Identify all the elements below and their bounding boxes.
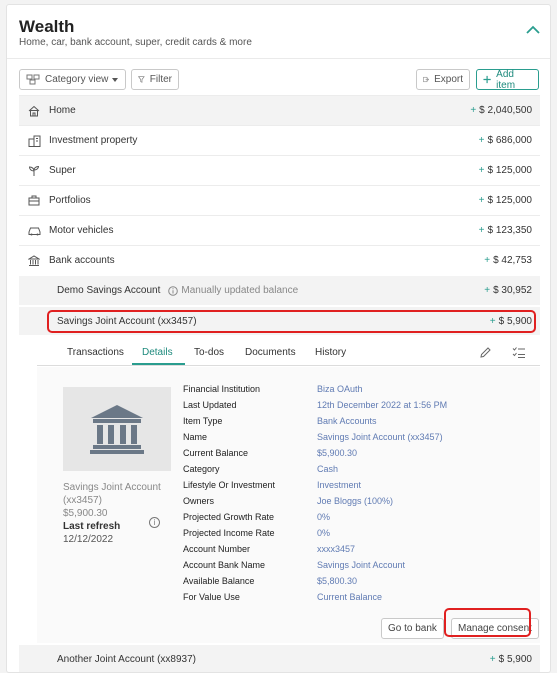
checklist-icon[interactable] — [512, 346, 526, 359]
bank-icon — [27, 254, 41, 268]
category-label: Motor vehicles — [49, 225, 114, 236]
detail-value: Savings Joint Account — [317, 560, 406, 570]
account-amount: + $ 30,952 — [484, 285, 532, 296]
category-label: Super — [49, 165, 76, 176]
info-icon — [168, 285, 179, 296]
detail-value: Biza OAuth — [317, 384, 363, 394]
detail-value: Investment — [317, 480, 362, 490]
buildings-icon — [27, 134, 41, 148]
wealth-header: Wealth Home, car, bank account, super, c… — [7, 5, 550, 59]
briefcase-icon — [27, 194, 41, 208]
category-amount: + $ 123,350 — [478, 225, 532, 236]
account-tabs: Transactions Details To-dos Documents Hi… — [37, 340, 540, 366]
detail-key: Item Type — [183, 416, 223, 426]
summary-name: Savings Joint Account — [63, 482, 161, 493]
detail-value: 0% — [317, 512, 331, 522]
detail-value: 0% — [317, 528, 331, 538]
account-note: Manually updated balance — [168, 285, 298, 296]
account-row-demo-savings[interactable]: Demo Savings Account Manually updated ba… — [19, 276, 540, 305]
tab-transactions[interactable]: Transactions — [67, 347, 124, 358]
page-title: Wealth — [19, 17, 75, 36]
details-panel: Savings Joint Account (xx3457) $5,900.30… — [37, 367, 540, 643]
detail-key: Owners — [183, 496, 215, 506]
detail-value: Current Balance — [317, 592, 383, 602]
detail-key: Account Bank Name — [183, 560, 266, 570]
chevron-up-icon[interactable] — [524, 23, 542, 37]
sprout-icon — [27, 164, 41, 178]
detail-key: Financial Institution — [183, 384, 261, 394]
last-refresh-date: 12/12/2022 — [63, 534, 114, 545]
go-to-bank-button[interactable]: Go to bank — [381, 618, 444, 639]
account-row-another-joint[interactable]: Another Joint Account (xx8937) + $ 5,900 — [19, 645, 540, 672]
caret-down-icon — [112, 77, 118, 82]
account-label: Another Joint Account (xx8937) — [57, 654, 196, 665]
page-subtitle: Home, car, bank account, super, credit c… — [19, 37, 252, 48]
category-amount: + $ 125,000 — [478, 165, 532, 176]
detail-key: For Value Use — [183, 592, 240, 602]
detail-key: Available Balance — [183, 576, 255, 586]
detail-value: Joe Bloggs (100%) — [317, 496, 394, 506]
detail-keys: Financial Institution Last Updated Item … — [183, 381, 275, 605]
category-label: Bank accounts — [49, 255, 115, 266]
tab-to-dos[interactable]: To-dos — [194, 347, 224, 358]
bank-building-icon — [63, 387, 171, 471]
category-view-select[interactable]: Category view — [19, 69, 126, 90]
detail-key: Projected Growth Rate — [183, 512, 275, 522]
detail-value: $5,800.30 — [317, 576, 358, 586]
detail-key: Current Balance — [183, 448, 249, 458]
grid-view-icon — [26, 74, 40, 85]
category-amount: + $ 2,040,500 — [470, 105, 532, 116]
house-icon — [27, 104, 41, 118]
plus-icon — [483, 75, 491, 84]
detail-key: Projected Income Rate — [183, 528, 275, 538]
category-label: Home — [49, 105, 76, 116]
category-amount: + $ 42,753 — [484, 255, 532, 266]
filter-button[interactable]: Filter — [131, 69, 179, 90]
tab-details[interactable]: Details — [142, 347, 173, 358]
detail-value: Savings Joint Account (xx3457) — [317, 432, 443, 442]
detail-key: Account Number — [183, 544, 251, 554]
account-amount: + $ 5,900 — [489, 654, 532, 665]
edit-icon[interactable] — [479, 346, 492, 359]
category-label: Investment property — [49, 135, 138, 146]
highlight-selected-account — [47, 310, 536, 333]
filter-icon — [138, 76, 145, 83]
filter-label: Filter — [149, 74, 172, 85]
category-row-home[interactable]: Home + $ 2,040,500 — [19, 95, 540, 125]
detail-key: Name — [183, 432, 208, 442]
detail-key: Lifestyle Or Investment — [183, 480, 276, 490]
add-item-label: Add item — [496, 68, 516, 91]
category-row-bank-accounts[interactable]: Bank accounts + $ 42,753 — [19, 245, 540, 275]
info-icon[interactable]: i — [149, 517, 160, 528]
export-button[interactable]: Export — [416, 69, 470, 90]
active-tab-indicator — [132, 363, 185, 365]
detail-value: $5,900.30 — [317, 448, 358, 458]
highlight-manage-consent — [444, 608, 531, 637]
tab-history[interactable]: History — [315, 347, 346, 358]
add-item-button[interactable]: Add item — [476, 68, 539, 91]
summary-name-suffix: (xx3457) — [63, 495, 102, 506]
category-view-label: Category view — [45, 74, 109, 85]
category-amount: + $ 125,000 — [478, 195, 532, 206]
detail-value: xxxx3457 — [317, 544, 356, 554]
category-row-investment-property[interactable]: Investment property + $ 686,000 — [19, 125, 540, 155]
wealth-card: Wealth Home, car, bank account, super, c… — [6, 4, 551, 673]
detail-key: Last Updated — [183, 400, 237, 410]
car-icon — [27, 224, 41, 238]
detail-value: Cash — [317, 464, 339, 474]
category-row-portfolios[interactable]: Portfolios + $ 125,000 — [19, 185, 540, 215]
category-row-super[interactable]: Super + $ 125,000 — [19, 155, 540, 185]
detail-value: Bank Accounts — [317, 416, 377, 426]
account-summary: Savings Joint Account (xx3457) $5,900.30… — [63, 481, 173, 546]
category-row-motor-vehicles[interactable]: Motor vehicles + $ 123,350 — [19, 215, 540, 245]
export-label: Export — [434, 74, 463, 85]
category-label: Portfolios — [49, 195, 91, 206]
export-icon — [423, 76, 429, 83]
category-amount: + $ 686,000 — [478, 135, 532, 146]
tab-documents[interactable]: Documents — [245, 347, 296, 358]
detail-key: Category — [183, 464, 220, 474]
account-label: Demo Savings Account — [57, 285, 161, 296]
detail-values: Biza OAuth 12th December 2022 at 1:56 PM… — [317, 381, 447, 605]
detail-value: 12th December 2022 at 1:56 PM — [317, 400, 448, 410]
